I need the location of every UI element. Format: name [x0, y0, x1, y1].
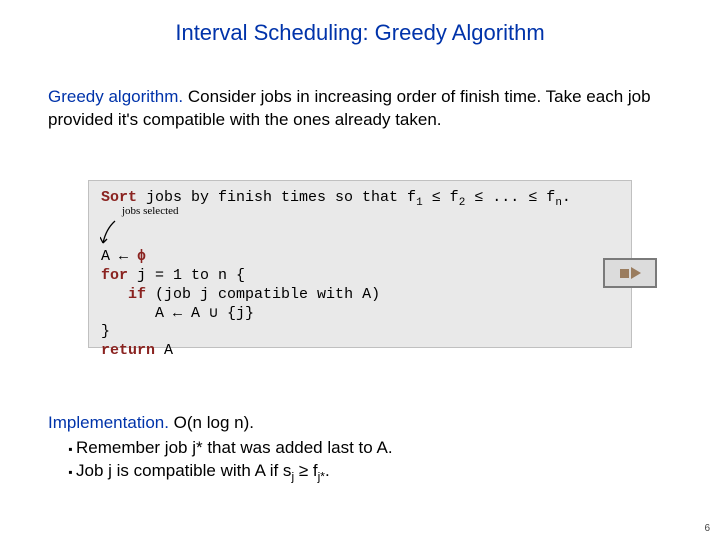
impl-bullet-1: Remember job j* that was added last to A…	[76, 437, 672, 460]
intro-lead: Greedy algorithm.	[48, 87, 183, 106]
return-keyword: return	[101, 342, 155, 359]
implementation-block: Implementation. O(n log n). Remember job…	[48, 412, 672, 484]
sort-text-2: ≤ f	[423, 189, 459, 206]
sort-sub-n: n	[555, 197, 562, 209]
media-control[interactable]	[603, 258, 657, 288]
impl-bullets: Remember job j* that was added last to A…	[76, 437, 672, 485]
union-line: A ← A ∪ {j}	[101, 305, 254, 322]
annotation-label: jobs selected	[122, 205, 179, 217]
sort-text-1: jobs by finish times so that f	[137, 189, 416, 206]
sort-sub-1: 1	[416, 197, 423, 209]
sort-text-end: .	[562, 189, 571, 206]
b2-end: .	[325, 461, 330, 480]
impl-line: Implementation. O(n log n).	[48, 412, 672, 435]
phi-symbol: ϕ	[137, 248, 146, 265]
impl-bullet-2: Job j is compatible with A if sj ≥ fj*.	[76, 460, 672, 485]
b2-mid: ≥ f	[294, 461, 318, 480]
sort-keyword: Sort	[101, 189, 137, 206]
stop-icon	[620, 269, 629, 278]
if-text: (job j compatible with A)	[146, 286, 380, 303]
for-text: j = 1 to n {	[128, 267, 245, 284]
intro-paragraph: Greedy algorithm. Consider jobs in incre…	[48, 86, 672, 132]
play-icon	[631, 267, 641, 279]
page-number: 6	[704, 523, 710, 534]
sort-text-3: ≤ ... ≤ f	[465, 189, 555, 206]
impl-text: O(n log n).	[169, 413, 254, 432]
slide: Interval Scheduling: Greedy Algorithm Gr…	[0, 0, 720, 540]
slide-title: Interval Scheduling: Greedy Algorithm	[0, 20, 720, 46]
assign-line-pre: A ←	[101, 248, 137, 265]
b2-sub2: j*	[318, 469, 325, 483]
close-brace: }	[101, 323, 110, 340]
b2-pre: Job j is compatible with A if s	[76, 461, 291, 480]
return-text: A	[155, 342, 173, 359]
for-keyword: for	[101, 267, 128, 284]
if-keyword: if	[128, 286, 146, 303]
impl-lead: Implementation.	[48, 413, 169, 432]
